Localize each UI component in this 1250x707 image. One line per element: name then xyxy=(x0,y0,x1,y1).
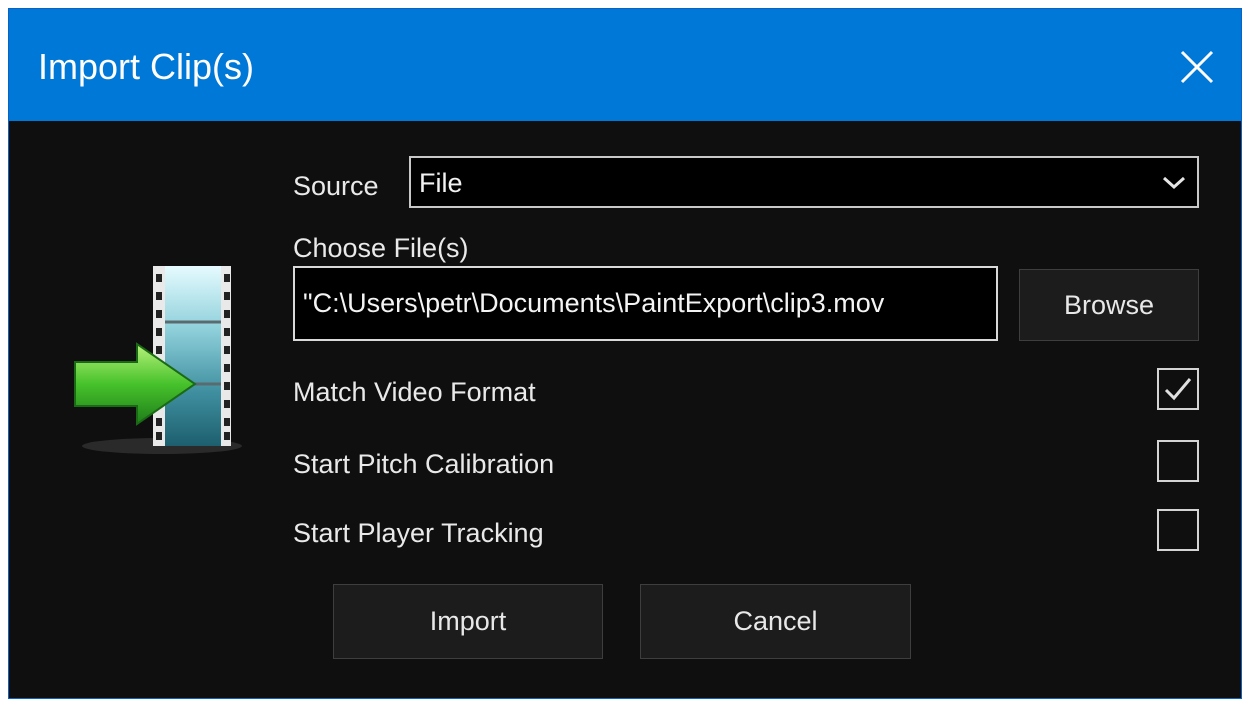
import-clips-dialog: Import Clip(s) Source File Choose File(s… xyxy=(8,8,1242,699)
source-label: Source xyxy=(293,171,379,201)
source-select[interactable]: File xyxy=(409,156,1199,208)
checkmark-icon xyxy=(1164,378,1192,401)
close-button[interactable] xyxy=(1167,37,1227,97)
chevron-down-icon xyxy=(1162,176,1186,190)
import-button[interactable]: Import xyxy=(333,584,603,659)
option-label-start-player-tracking: Start Player Tracking xyxy=(293,518,544,548)
option-label-start-pitch-calibration: Start Pitch Calibration xyxy=(293,449,555,479)
browse-button[interactable]: Browse xyxy=(1019,269,1199,341)
dialog-title: Import Clip(s) xyxy=(38,46,255,87)
start-pitch-calibration-checkbox[interactable] xyxy=(1157,440,1199,482)
import-clip-icon xyxy=(74,266,242,454)
file-path-input[interactable]: C:\Users\petr\Documents\PaintExport\clip… xyxy=(293,266,998,341)
option-label-match-video-format: Match Video Format xyxy=(293,377,536,407)
cancel-button[interactable]: Cancel xyxy=(640,584,911,659)
start-player-tracking-checkbox[interactable] xyxy=(1157,509,1199,551)
close-icon xyxy=(1180,50,1214,84)
source-select-value: File xyxy=(419,168,463,198)
title-bar: Import Clip(s) xyxy=(9,9,1241,121)
choose-files-label: Choose File(s) xyxy=(293,233,469,263)
match-video-format-checkbox[interactable] xyxy=(1157,368,1199,410)
